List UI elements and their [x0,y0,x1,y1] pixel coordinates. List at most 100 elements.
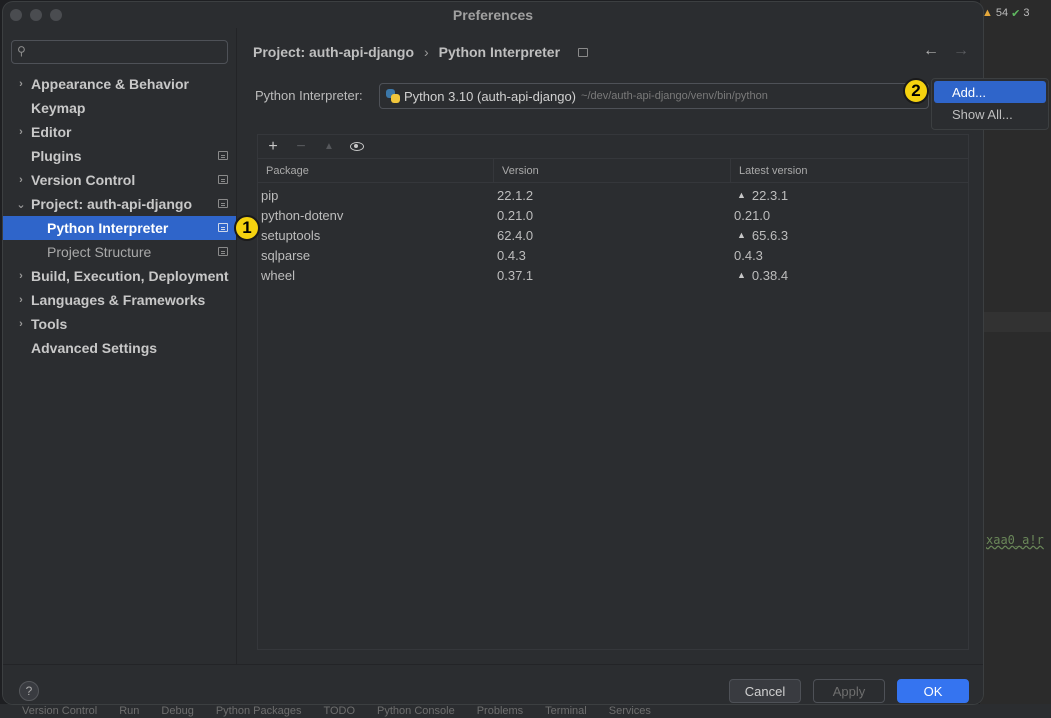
sidebar-item-label: Tools [31,316,68,332]
sidebar-item-label: Advanced Settings [31,340,158,356]
minimize-window-button[interactable] [30,9,42,21]
interpreter-path: ~/dev/auth-api-django/venv/bin/python [581,90,768,102]
tool-window-tab[interactable]: Run [119,705,139,717]
package-name: sqlparse [261,247,311,263]
sidebar-item-advanced-settings[interactable]: Advanced Settings [3,336,236,360]
interpreter-settings-menu: Add... Show All... [931,78,1049,130]
sidebar-item-python-interpreter[interactable]: Python Interpreter [3,216,236,240]
column-header-version[interactable]: Version [494,159,731,182]
table-row[interactable]: python-dotenv 0.21.0 0.21.0 [258,205,968,225]
table-row[interactable]: pip 22.1.2 ▲ 22.3.1 [258,185,968,205]
chevron-right-icon[interactable]: › [16,294,26,306]
tool-window-tab[interactable]: Terminal [545,705,587,717]
package-name: wheel [261,267,295,283]
navigation-arrows: ← → [923,42,969,60]
settings-content: Project: auth-api-django › Python Interp… [237,28,983,664]
tool-window-tab[interactable]: Python Console [377,705,455,717]
upgrade-available-icon: ▲ [737,190,746,200]
upgrade-package-icon[interactable]: ▲ [322,141,336,152]
chevron-right-icon[interactable]: › [16,318,26,330]
dialog-title: Preferences [452,7,534,23]
add-package-icon[interactable]: + [266,138,280,156]
chevron-right-icon[interactable]: › [16,174,26,186]
sidebar-item-languages-frameworks[interactable]: › Languages & Frameworks [3,288,236,312]
sidebar-item-label: Keymap [31,100,86,116]
interpreter-label: Python Interpreter: [255,88,363,103]
cancel-button[interactable]: Cancel [729,679,801,703]
dialog-titlebar: Preferences [3,2,983,28]
tool-window-tab[interactable]: Debug [161,705,193,717]
sidebar-item-keymap[interactable]: Keymap [3,96,236,120]
back-arrow-icon[interactable]: ← [923,42,939,60]
menu-item-show-all[interactable]: Show All... [934,103,1046,125]
sidebar-item-label: Project: auth-api-django [31,196,192,212]
editor-current-line [980,312,1051,332]
tool-window-tab[interactable]: TODO [323,705,355,717]
zoom-window-button[interactable] [50,9,62,21]
settings-search-input[interactable]: ⚲ [11,40,228,64]
package-latest-version: 0.4.3 [734,247,763,263]
chevron-right-icon[interactable]: › [16,126,26,138]
breadcrumb-parent[interactable]: Project: auth-api-django [253,44,414,60]
table-row[interactable]: setuptools 62.4.0 ▲ 65.6.3 [258,225,968,245]
package-name: pip [261,187,279,203]
tool-window-tab[interactable]: Version Control [22,705,97,717]
interpreter-name: Python 3.10 (auth-api-django) [404,88,577,104]
table-row[interactable]: sqlparse 0.4.3 0.4.3 [258,245,968,265]
apply-button[interactable]: Apply [813,679,885,703]
sidebar-item-label: Plugins [31,148,82,164]
tool-window-tab[interactable]: Problems [477,705,523,717]
settings-tree: › Appearance & Behavior Keymap › Editor Plugi… [3,72,236,360]
sidebar-item-tools[interactable]: › Tools [3,312,236,336]
ok-button[interactable]: OK [897,679,969,703]
packages-table: Package Version Latest version pip 22.1.2… [257,158,969,650]
sidebar-item-editor[interactable]: › Editor [3,120,236,144]
package-version: 22.1.2 [497,187,534,203]
sidebar-item-label: Editor [31,124,72,140]
table-row[interactable]: wheel 0.37.1 ▲ 0.38.4 [258,265,968,285]
package-version: 0.37.1 [497,267,534,283]
remove-package-icon[interactable]: − [294,138,308,156]
sidebar-item-project-structure[interactable]: Project Structure [3,240,236,264]
forward-arrow-icon[interactable]: → [953,42,969,60]
package-version: 62.4.0 [497,227,534,243]
packages-toolbar: + − ▲ [257,134,969,158]
sidebar-item-build-execution-deployment[interactable]: › Build, Execution, Deployment [3,264,236,288]
package-latest-version-cell: ▲ 65.6.3 [731,225,968,245]
sidebar-item-label: Version Control [31,172,136,188]
chevron-right-icon[interactable]: › [16,78,26,90]
project-scope-icon [218,247,228,256]
chevron-down-icon[interactable]: ⌄ [16,198,26,211]
sidebar-item-label: Appearance & Behavior [31,76,189,92]
column-header-latest-version[interactable]: Latest version [731,159,968,182]
search-icon: ⚲ [17,44,26,58]
settings-sidebar: ⚲ › Appearance & Behavior Keymap › Editor Plu… [3,28,236,664]
close-window-button[interactable] [10,9,22,21]
tool-window-tab[interactable]: Services [609,705,651,717]
show-early-releases-eye-icon[interactable] [350,142,364,151]
package-latest-version-cell: ▲ 0.38.4 [731,265,968,285]
menu-item-add[interactable]: Add... [934,81,1046,103]
package-latest-version-cell: 0.4.3 [731,245,968,265]
package-version: 0.4.3 [497,247,526,263]
column-header-package[interactable]: Package [258,159,494,182]
project-scope-icon [218,223,228,232]
tool-window-tab[interactable]: Python Packages [216,705,302,717]
chevron-right-icon[interactable]: › [16,270,26,282]
sidebar-item-label: Languages & Frameworks [31,292,206,308]
project-scope-icon [218,151,228,160]
project-scope-icon [218,175,228,184]
editor-inspection-status[interactable]: ▲ 54 ✔ 3 [980,2,1051,24]
upgrade-available-icon: ▲ [737,230,746,240]
sidebar-item-appearance-behavior[interactable]: › Appearance & Behavior [3,72,236,96]
upgrade-available-icon: ▲ [737,270,746,280]
sidebar-item-label: Project Structure [47,244,152,260]
sidebar-item-version-control[interactable]: › Version Control [3,168,236,192]
package-latest-version: 22.3.1 [751,187,789,203]
sidebar-item-plugins[interactable]: Plugins [3,144,236,168]
window-controls [10,9,62,21]
sidebar-item-project-auth-api-django[interactable]: ⌄ Project: auth-api-django [3,192,236,216]
interpreter-dropdown[interactable]: Python 3.10 (auth-api-django) ~/dev/auth… [379,83,929,109]
help-button[interactable]: ? [19,681,39,701]
screen: ▲ 54 ✔ 3 xaa0_a!r Version Control Run Debu… [0,0,1051,718]
